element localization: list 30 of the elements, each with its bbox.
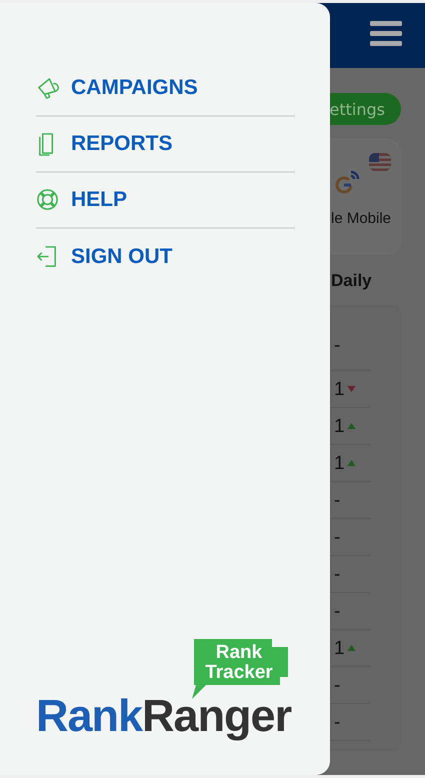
menu-item[interactable]: REPORTS (36, 117, 295, 173)
rank-value: 1 (334, 454, 345, 472)
rank-value: - (334, 712, 340, 732)
section-title: Daily (330, 271, 373, 291)
rank-value: - (334, 528, 340, 546)
logo-wordmark: Ranger (142, 693, 292, 739)
rank-value: - (334, 676, 340, 694)
exit-icon (36, 244, 59, 270)
down-triangle-icon (346, 385, 356, 393)
up-triangle-icon (346, 459, 356, 467)
up-triangle-icon (346, 422, 356, 430)
rank-value: 1 (334, 380, 345, 398)
rank-value: - (334, 336, 340, 355)
rank-value: 1 (334, 638, 345, 658)
rank-value: - (334, 602, 340, 620)
rank-value: 1 (334, 416, 345, 436)
flag-icon (369, 153, 391, 171)
up-triangle-icon (346, 644, 356, 652)
rank-value: - (334, 490, 340, 510)
menu-item[interactable]: CAMPAIGNS (36, 61, 295, 117)
menu-item[interactable]: HELP (36, 173, 295, 229)
badge-text: Tracker (205, 663, 273, 683)
lifebuoy-icon (36, 188, 59, 212)
logo-wordmark: Rank (36, 693, 142, 739)
menu-icon[interactable] (370, 20, 402, 46)
badge-text: Rank (216, 643, 262, 663)
megaphone-icon (36, 76, 59, 100)
menu-item[interactable]: SIGN OUT (36, 229, 295, 285)
engine-label: le Mobile (331, 210, 392, 227)
rank-value: - (334, 564, 340, 584)
